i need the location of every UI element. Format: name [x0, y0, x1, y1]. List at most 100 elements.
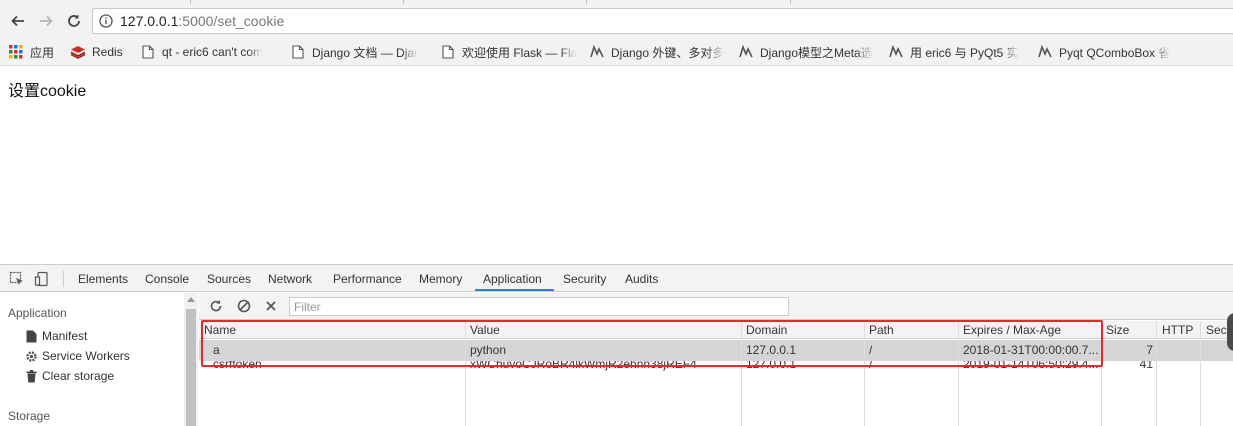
cookie-expires: 2019-01-14T06:50:29.4... [963, 361, 1099, 371]
column-header-value[interactable]: Value [470, 323, 500, 337]
bookmark-item[interactable]: Django 文档 — Djar [290, 44, 430, 60]
cursor-select-icon [9, 271, 23, 285]
cookie-size: 7 [1146, 343, 1153, 357]
bookmark-item[interactable]: Django模型之Meta选 [738, 44, 878, 60]
column-divider[interactable] [741, 321, 742, 426]
cookie-path: / [869, 361, 873, 371]
bookmark-label: Redis [92, 45, 123, 59]
url-path: :5000/set_cookie [178, 13, 285, 29]
cookie-path: / [869, 343, 873, 357]
info-icon[interactable] [99, 14, 113, 31]
inspect-element-button[interactable] [8, 270, 26, 288]
reload-button[interactable] [63, 10, 85, 32]
tab-application[interactable]: Application [483, 272, 542, 286]
bookmark-apps[interactable]: 应用 [8, 44, 68, 60]
gear-icon [24, 349, 38, 363]
application-sidebar: Application Manifest Service Workers Cle… [0, 293, 198, 426]
forward-button[interactable] [35, 10, 57, 32]
sidebar-item-manifest[interactable]: Manifest [24, 329, 87, 343]
url-text[interactable]: 127.0.0.1:5000/set_cookie [120, 13, 284, 29]
tab-sources[interactable]: Sources [207, 272, 251, 286]
bookmark-label: qt - eric6 can't com [162, 45, 263, 59]
table-row[interactable]: csrftoken xWChuvoCJRoBR4lkWmjR2ehnn38jRE… [199, 361, 1233, 373]
sidebar-item-clear-storage[interactable]: Clear storage [24, 369, 114, 383]
arrow-right-icon [40, 15, 53, 27]
refresh-button[interactable] [208, 298, 224, 314]
trash-icon [24, 369, 38, 383]
bookmark-label: 欢迎使用 Flask — Fla [462, 45, 578, 60]
document-icon [24, 329, 38, 343]
cookie-name: a [213, 343, 220, 357]
site-icon [738, 44, 754, 60]
back-button[interactable] [7, 10, 29, 32]
cookie-name: csrftoken [213, 361, 262, 371]
address-bar[interactable]: 127.0.0.1:5000/set_cookie [92, 8, 1233, 34]
table-header: Name Value Domain Path Expires / Max-Age… [199, 321, 1233, 339]
bookmark-redis[interactable]: Redis [70, 44, 134, 60]
cookie-size: 41 [1139, 361, 1153, 371]
scroll-up-arrow-icon[interactable] [187, 297, 195, 302]
column-header-name[interactable]: Name [204, 323, 236, 337]
column-divider[interactable] [1200, 321, 1201, 426]
bookmarks-bar: 应用 Redis qt - eric6 can't com Django 文档 … [0, 38, 1233, 66]
delete-selected-button[interactable] [263, 298, 279, 314]
bookmark-label: 用 eric6 与 PyQt5 实 [910, 45, 1019, 60]
site-icon [1037, 44, 1053, 60]
bookmark-label: Django 外键、多对多 [611, 45, 725, 60]
tab-performance[interactable]: Performance [333, 272, 402, 286]
page-icon [290, 44, 306, 60]
active-tab-indicator [475, 289, 554, 291]
edge-widget [1227, 313, 1233, 351]
tab-elements[interactable]: Elements [78, 272, 128, 286]
column-header-http[interactable]: HTTP [1162, 323, 1193, 337]
scrollbar-thumb[interactable] [186, 309, 196, 426]
sidebar-section-application: Application [8, 306, 67, 320]
clear-all-button[interactable] [236, 298, 252, 314]
bookmark-item[interactable]: Pyqt QComboBox 省 [1037, 44, 1182, 60]
apps-grid-icon [8, 44, 24, 60]
cookies-table: Name Value Domain Path Expires / Max-Age… [199, 321, 1233, 426]
tab-memory[interactable]: Memory [419, 272, 462, 286]
column-divider[interactable] [465, 321, 466, 426]
sidebar-item-label: Manifest [42, 329, 88, 343]
bookmark-label: Django 文档 — Djar [312, 45, 419, 60]
refresh-icon [210, 300, 222, 312]
column-header-domain[interactable]: Domain [746, 323, 787, 337]
column-divider[interactable] [864, 321, 865, 426]
cookie-expires: 2018-01-31T00:00:00.7... [963, 343, 1099, 357]
bookmark-item[interactable]: 欢迎使用 Flask — Fla [440, 44, 580, 60]
tab-network[interactable]: Network [268, 272, 312, 286]
column-divider[interactable] [1156, 321, 1157, 426]
column-header-expires[interactable]: Expires / Max-Age [963, 323, 1061, 337]
tab-console[interactable]: Console [145, 272, 189, 286]
bookmark-item[interactable]: Django 外键、多对多 [589, 44, 729, 60]
bookmark-item[interactable]: 用 eric6 与 PyQt5 实 [888, 44, 1028, 60]
column-divider[interactable] [1101, 321, 1102, 426]
tab-security[interactable]: Security [563, 272, 606, 286]
cookie-filter-input[interactable] [289, 297, 789, 316]
devtools-panel: Elements Console Sources Network Perform… [0, 264, 1233, 426]
url-host: 127.0.0.1 [120, 13, 179, 29]
browser-toolbar: 127.0.0.1:5000/set_cookie [0, 4, 1233, 38]
block-icon [237, 299, 251, 313]
arrow-left-icon [11, 15, 24, 27]
sidebar-section-storage: Storage [8, 409, 51, 423]
device-icon [34, 271, 48, 287]
close-icon [266, 301, 276, 311]
sidebar-item-label: Clear storage [42, 369, 115, 383]
bookmark-item[interactable]: qt - eric6 can't com [140, 44, 276, 60]
site-icon [888, 44, 904, 60]
sidebar-scrollbar[interactable] [184, 293, 198, 426]
column-divider[interactable] [958, 321, 959, 426]
cookie-domain: 127.0.0.1 [746, 361, 797, 371]
device-toolbar-button[interactable] [33, 270, 51, 288]
column-header-path[interactable]: Path [869, 323, 894, 337]
devtools-tabbar: Elements Console Sources Network Perform… [0, 265, 1233, 292]
column-header-size[interactable]: Size [1106, 323, 1129, 337]
sidebar-item-service-workers[interactable]: Service Workers [24, 349, 130, 363]
tab-audits[interactable]: Audits [625, 272, 658, 286]
table-row[interactable]: a python 127.0.0.1 / 2018-01-31T00:00:00… [199, 340, 1233, 361]
cookie-value: xWChuvoCJRoBR4lkWmjR2ehnn38jREF4 [470, 361, 697, 371]
site-icon [589, 44, 605, 60]
bookmark-label: Django模型之Meta选 [760, 45, 873, 60]
